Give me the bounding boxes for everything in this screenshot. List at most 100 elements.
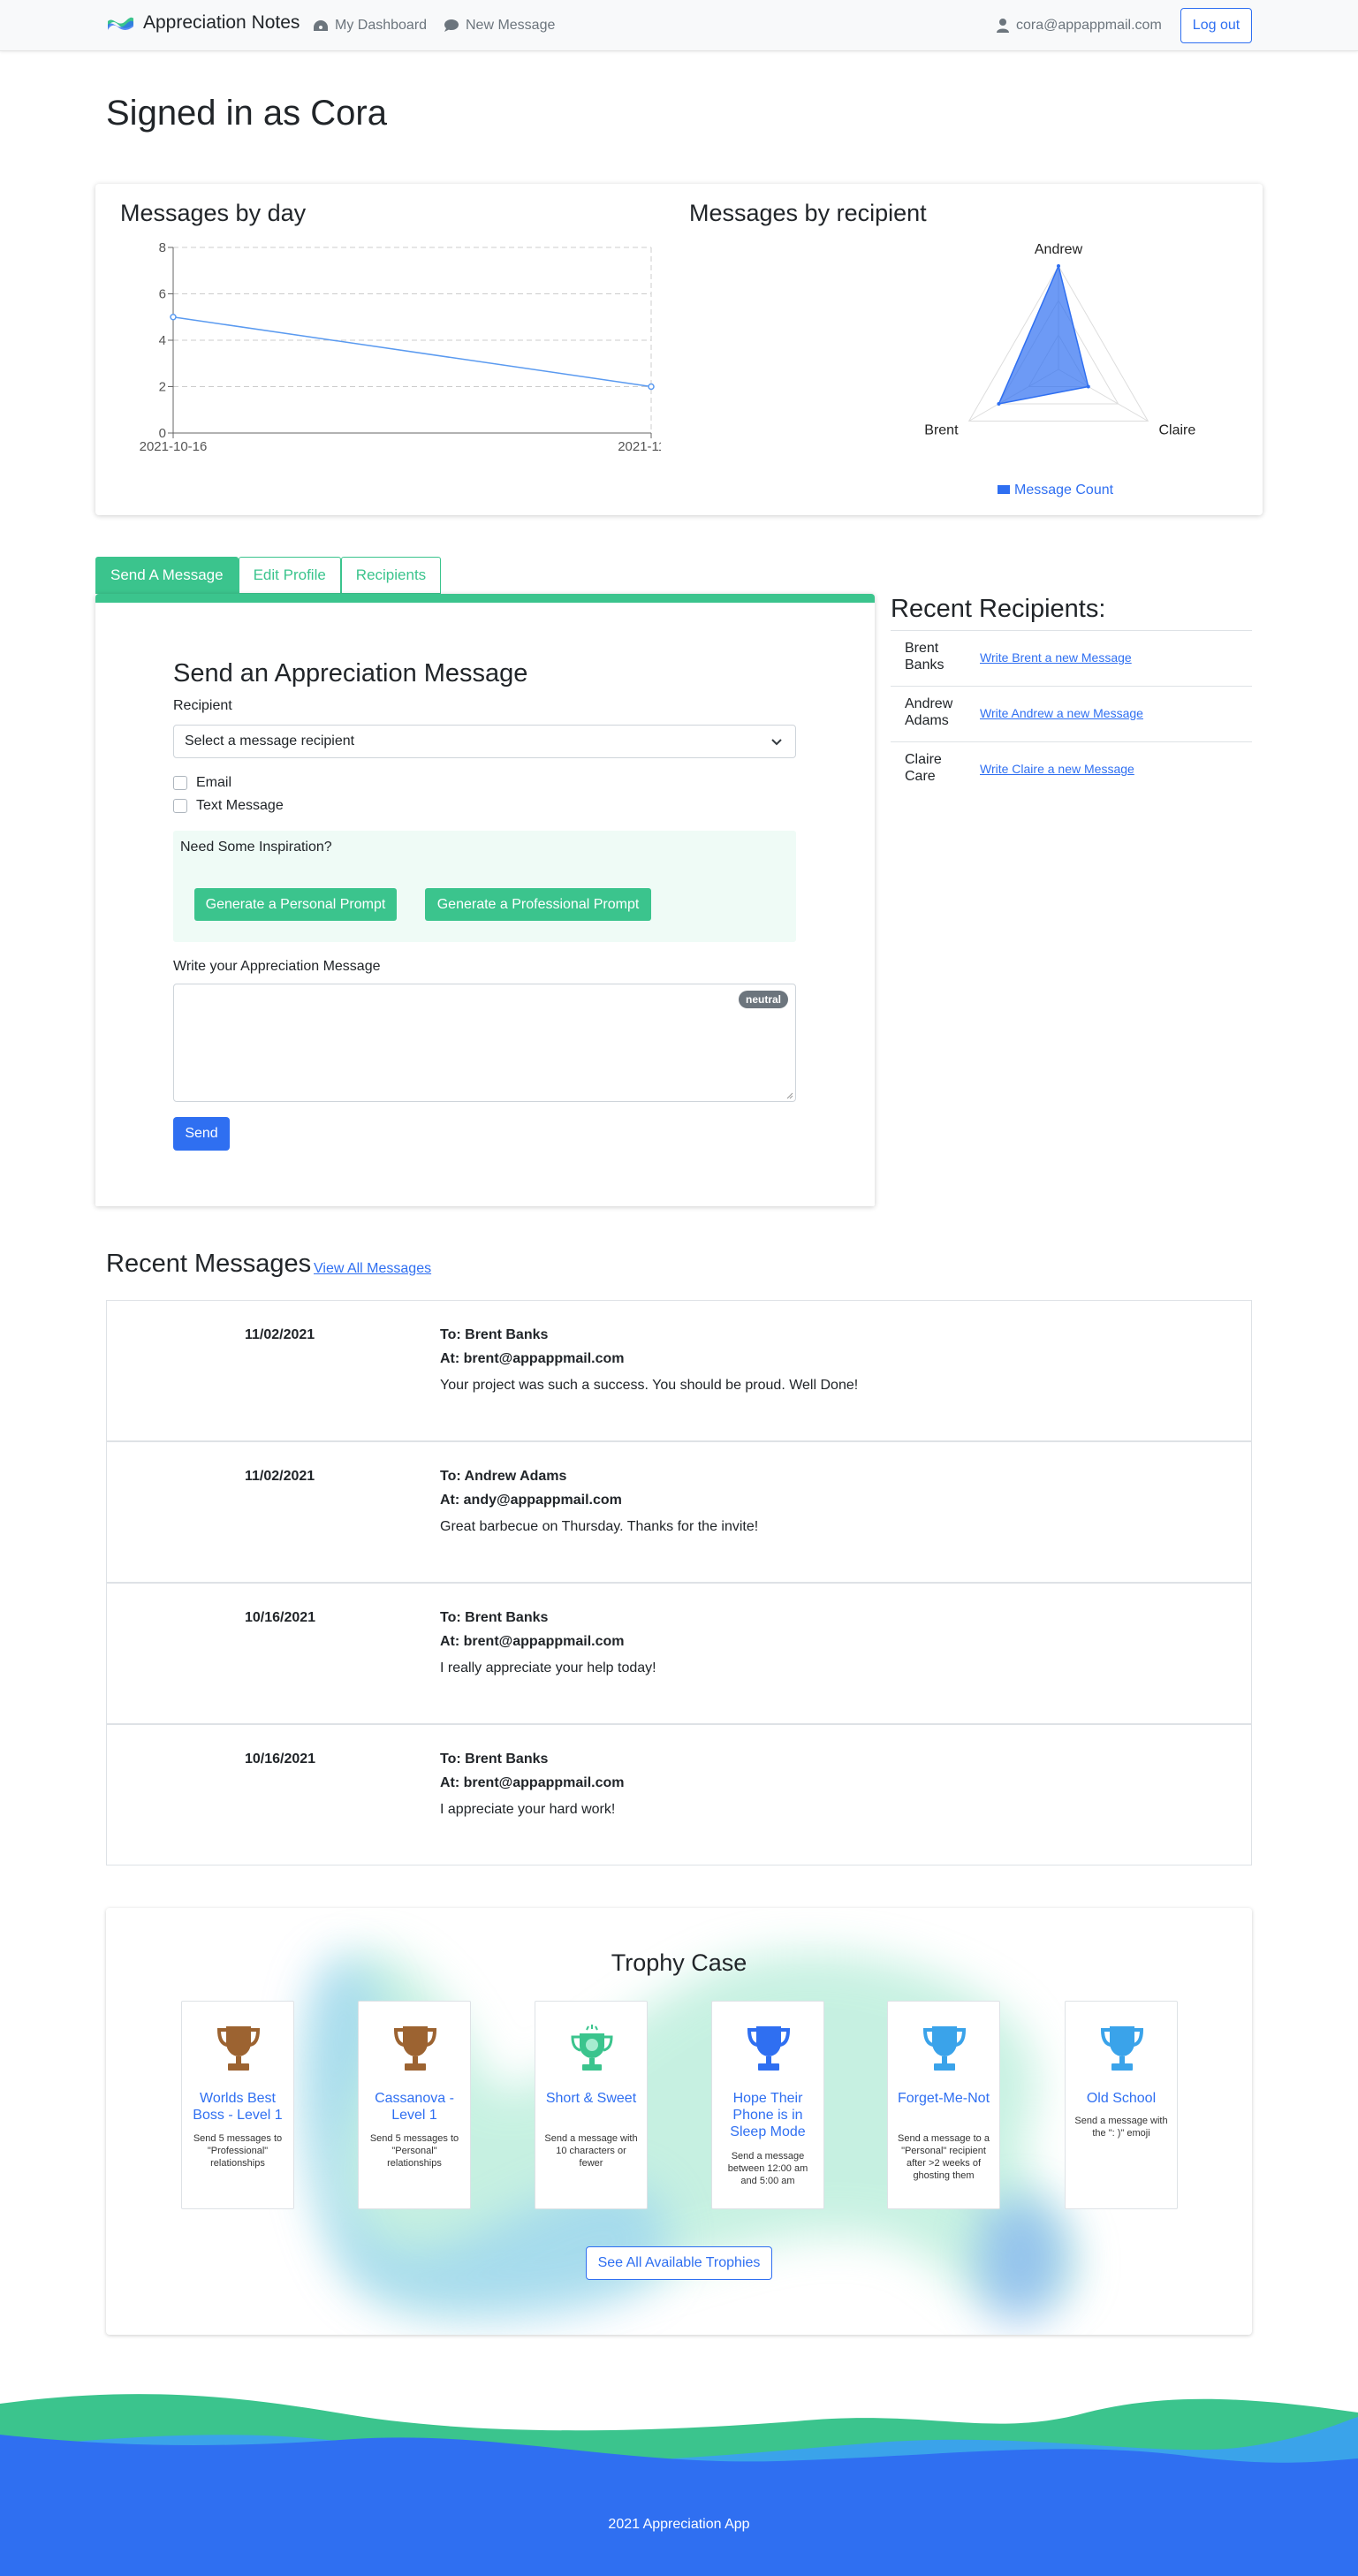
trophy-card[interactable]: Old School Send a message with the ": )"… [1065,2001,1178,2209]
tab-edit-profile[interactable]: Edit Profile [238,557,341,594]
send-button[interactable]: Send [173,1117,230,1151]
trophy-card[interactable]: Hope Their Phone is in Sleep Mode Send a… [711,2001,824,2209]
charts-card: Messages by day Messages by recipient 02… [95,184,1263,515]
message-recipient: To: Brent Banks [440,1610,549,1625]
y-tick-label: 6 [159,287,166,302]
trophy-description: Send a message to a "Personal" recipient… [898,2133,990,2181]
message-date: 10/16/2021 [245,1610,316,1625]
see-all-trophies-button[interactable]: See All Available Trophies [586,2246,772,2280]
navbar: Appreciation Notes My Dashboard New Mess… [0,0,1358,51]
message-card: 11/02/2021 To: Brent Banks At: brent@app… [106,1300,1252,1441]
message-card: 11/02/2021 To: Andrew Adams At: andy@app… [106,1441,1252,1583]
write-message-link[interactable]: Write Brent a new Message [980,650,1132,665]
series-line [172,316,652,388]
personal-prompt-button[interactable]: Generate a Personal Prompt [194,888,397,921]
email-checkbox-row: Email [173,775,231,791]
footer-wave [0,2394,1358,2576]
line-chart-title: Messages by day [120,200,307,226]
lightblue-trophy-icon [1100,2026,1144,2071]
trophy-name: Worlds Best Boss - Level 1 [193,2091,283,2123]
y-tick-label: 2 [159,380,166,395]
bronze-trophy-icon [216,2026,261,2071]
user-icon [997,19,1009,33]
data-point [648,383,655,391]
bronze-trophy-icon [393,2026,437,2071]
trophy-description: Send 5 messages to "Personal" relationsh… [369,2133,459,2169]
message-body: Great barbecue on Thursday. Thanks for t… [440,1519,759,1534]
radar-data-point [997,402,1001,406]
professional-prompt-button[interactable]: Generate a Professional Prompt [425,888,651,921]
radar-data-point [1057,264,1060,268]
message-recipient: To: Andrew Adams [440,1469,567,1484]
write-message-link[interactable]: Write Andrew a new Message [980,706,1143,720]
tab-send-message[interactable]: Send A Message [95,557,239,594]
recipient-select[interactable]: Select a message recipient [173,725,796,758]
nav-dashboard[interactable]: My Dashboard [313,18,427,34]
wave-logo-icon [108,17,133,30]
y-tick-label: 4 [159,333,166,348]
chevron-down-icon [771,739,782,746]
trophy-name: Old School [1086,2091,1157,2106]
radar-chart-title: Messages by recipient [689,200,927,226]
trophy-description: Send a message with 10 characters or few… [544,2133,638,2169]
line-chart: 024682021-10-162021-11-02 [140,240,661,454]
message-date: 11/02/2021 [245,1469,315,1484]
user-account: cora@appappmail.com [997,18,1162,34]
trophy-card[interactable]: Forget-Me-Not Send a message to a "Perso… [887,2001,1000,2209]
nav-new-message[interactable]: New Message [444,18,555,34]
trophy-name: Hope Their Phone is in Sleep Mode [730,2091,806,2139]
message-label: Write your Appreciation Message [173,959,381,974]
trophy-description: Send a message with the ": )" emoji [1074,2116,1168,2139]
email-checkbox[interactable] [173,776,187,790]
message-card: 10/16/2021 To: Brent Banks At: brent@app… [106,1724,1252,1866]
message-textarea[interactable]: neutral [173,984,796,1102]
message-date: 11/02/2021 [245,1327,315,1342]
brand[interactable]: Appreciation Notes [106,12,300,34]
message-recipient: To: Brent Banks [440,1327,549,1342]
text-message-checkbox[interactable] [173,799,187,813]
resize-handle-icon [786,1092,793,1099]
trophy-case-heading: Trophy Case [611,1949,747,1976]
recipient-label: Recipient [173,698,232,713]
message-card: 10/16/2021 To: Brent Banks At: brent@app… [106,1583,1252,1724]
radar-axis-label: Claire [1158,423,1195,438]
recipient-name: Andrew Adams [905,696,953,728]
tab-bar: Send A Message Edit Profile Recipients [95,557,442,594]
message-email: At: brent@appappmail.com [440,1634,625,1649]
write-message-link[interactable]: Write Claire a new Message [980,762,1134,776]
view-all-messages-link[interactable]: View All Messages [314,1261,431,1277]
trophy-card[interactable]: Short & Sweet Send a message with 10 cha… [535,2001,648,2209]
brand-name: Appreciation Notes [143,12,300,33]
inspiration-panel: Need Some Inspiration? Generate a Person… [173,831,796,942]
trophy-name: Forget-Me-Not [897,2091,990,2106]
form-heading: Send an Appreciation Message [173,659,528,688]
data-point [170,314,177,321]
recipient-name: Brent Banks [905,641,945,672]
message-body: I really appreciate your help today! [440,1660,656,1676]
message-date: 10/16/2021 [245,1752,316,1767]
trophy-card[interactable]: Cassanova - Level 1 Send 5 messages to "… [358,2001,471,2209]
logout-button[interactable]: Log out [1180,8,1252,43]
nav-dashboard-label: My Dashboard [335,18,428,33]
recipient-row: Claire Care Write Claire a new Message [891,741,1252,797]
x-tick-label: 2021-11-02 [618,439,661,454]
radar-axis-label: Brent [924,423,959,438]
nav-new-message-label: New Message [466,18,556,33]
trophy-name: Cassanova - Level 1 [375,2091,454,2123]
recent-messages-heading: Recent Messages [106,1250,312,1278]
message-recipient: To: Brent Banks [440,1752,549,1767]
radar-axis-label: Andrew [1035,242,1083,257]
footer-text: 2021 Appreciation App [608,2517,750,2532]
chat-bubble-icon [444,19,459,32]
user-email: cora@appappmail.com [1016,18,1162,33]
trophy-card[interactable]: Worlds Best Boss - Level 1 Send 5 messag… [181,2001,294,2209]
legend-label: Message Count [1014,483,1114,498]
message-email: At: andy@appappmail.com [440,1493,622,1508]
text-checkbox-row: Text Message [173,798,284,814]
sentiment-badge: neutral [738,991,788,1008]
tab-recipients[interactable]: Recipients [340,557,442,594]
message-body: I appreciate your hard work! [440,1802,616,1817]
dashboard-gauge-icon [314,20,328,31]
green-trophy-icon [571,2025,613,2071]
recipient-row: Brent Banks Write Brent a new Message [891,630,1252,686]
